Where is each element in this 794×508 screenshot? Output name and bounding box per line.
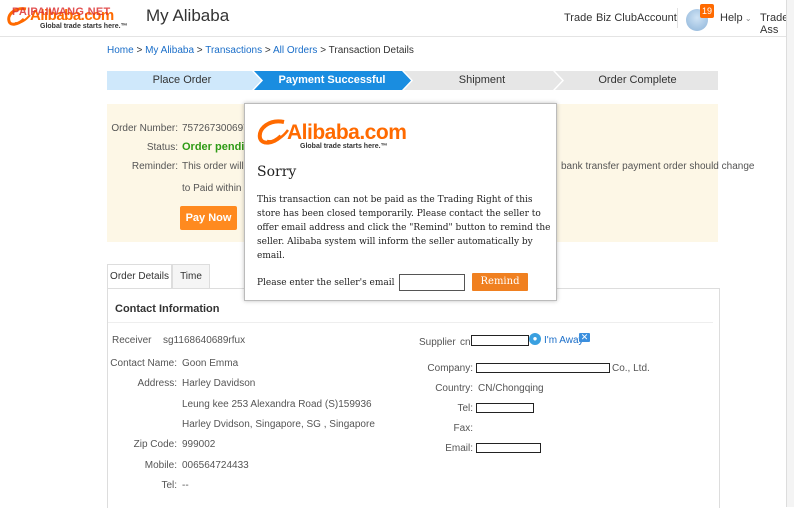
breadcrumb-all-orders[interactable]: All Orders [273, 45, 317, 56]
tel-label: Tel: [161, 480, 177, 491]
remind-button[interactable]: Remind [472, 273, 528, 291]
nav-account[interactable]: Account [637, 12, 677, 24]
order-details-panel [107, 288, 720, 508]
supplier-prefix: cn [460, 337, 471, 348]
section-title: Contact Information [115, 303, 220, 315]
address-label: Address: [137, 378, 177, 389]
status-label: Status: [146, 142, 178, 153]
receiver-value: sg1168640689rfux [163, 335, 246, 346]
nav-trade[interactable]: Trade [564, 12, 592, 24]
nav-biz-club[interactable]: Biz Club [596, 12, 637, 24]
country-label: Country: [435, 383, 473, 394]
section-divider [108, 322, 713, 323]
tel-value: -- [182, 480, 189, 491]
breadcrumb-sep: > [194, 45, 206, 56]
redacted-email [476, 443, 541, 453]
step-order-complete: Order Complete [598, 74, 677, 86]
notification-badge[interactable]: 19 [700, 4, 714, 18]
receiver-label: Receiver [112, 335, 152, 346]
help-label: Help [720, 12, 743, 24]
seller-email-input[interactable] [399, 274, 465, 291]
mobile-value: 006564724433 [182, 460, 249, 471]
dialog-title: Sorry [257, 164, 297, 180]
email-label: Email: [445, 443, 473, 454]
country-value: CN/Chongqing [478, 383, 544, 394]
redacted-supplier [471, 335, 529, 346]
redacted-company [476, 363, 610, 373]
contact-name-label: Contact Name: [110, 358, 177, 369]
tab-time[interactable]: Time [172, 264, 210, 289]
dialog-logo-text: Alibaba.com [287, 121, 407, 144]
reminder-label: Reminder: [131, 161, 178, 172]
breadcrumb-home[interactable]: Home [107, 45, 134, 56]
top-header: Alibaba.com Global trade starts here.™ P… [0, 0, 794, 37]
mobile-label: Mobile: [144, 460, 177, 471]
im-away-link[interactable]: I'm Away [544, 335, 584, 346]
watermark-text: PAIPAIWANG.NET [12, 6, 111, 18]
scrollbar[interactable] [786, 0, 794, 507]
step-payment-successful: Payment Successful [278, 74, 386, 86]
breadcrumb-sep: > [262, 45, 273, 56]
alibaba-logo[interactable]: Alibaba.com Global trade starts here.™ P… [4, 2, 128, 32]
breadcrumb: Home > My Alibaba > Transactions > All O… [107, 45, 414, 56]
nav-separator [677, 8, 678, 28]
address-line-3: Harley Dvidson, Singapore, SG , Singapor… [182, 419, 375, 430]
message-icon[interactable]: ✕ [579, 333, 590, 342]
zip-value: 999002 [182, 439, 216, 450]
address-line-1: Harley Davidson [182, 378, 256, 389]
breadcrumb-sep: > [317, 45, 329, 56]
email-prompt: Please enter the seller's email [257, 278, 395, 288]
company-suffix: Co., Ltd. [612, 363, 650, 374]
nav-help[interactable]: Help ⌄ [720, 12, 752, 24]
chat-icon[interactable]: ● [529, 333, 541, 345]
breadcrumb-current: Transaction Details [328, 45, 414, 56]
redacted-tel [476, 403, 534, 413]
dialog-message-line: This transaction can not be paid as the … [257, 195, 533, 205]
supplier-tel-label: Tel: [457, 403, 473, 414]
alibaba-swoosh-icon [257, 119, 290, 145]
pay-now-button[interactable]: Pay Now [180, 206, 237, 230]
page-title: My Alibaba [146, 6, 230, 25]
step-shipment: Shipment [458, 74, 506, 86]
logo-tagline: Global trade starts here.™ [40, 23, 128, 30]
fax-label: Fax: [453, 423, 473, 434]
breadcrumb-my-alibaba[interactable]: My Alibaba [145, 45, 194, 56]
reminder-text-1-right: bank transfer payment order should chang… [561, 161, 755, 172]
chevron-down-icon: ⌄ [742, 14, 752, 23]
company-label: Company: [427, 363, 473, 374]
address-line-2: Leung kee 253 Alexandra Road (S)159936 [182, 399, 372, 410]
supplier-label: Supplier [419, 337, 456, 348]
dialog-message-line: email. [257, 251, 285, 261]
tab-order-details[interactable]: Order Details [107, 264, 172, 289]
breadcrumb-sep: > [133, 45, 146, 56]
order-number-label: Order Number: [111, 123, 178, 134]
dialog-message-line: seller. Alibaba system will inform the s… [257, 237, 533, 247]
step-place-order: Place Order [152, 74, 212, 86]
zip-label: Zip Code: [133, 439, 177, 450]
dialog-message-line: offer email address and click the "Remin… [257, 223, 551, 233]
breadcrumb-transactions[interactable]: Transactions [205, 45, 262, 56]
dialog-message-line: store has been closed temporarily. Pleas… [257, 209, 541, 219]
contact-name-value: Goon Emma [182, 358, 239, 369]
dialog-logo-tagline: Global trade starts here.™ [300, 143, 388, 150]
dialog-message: This transaction can not be paid as the … [257, 193, 551, 263]
